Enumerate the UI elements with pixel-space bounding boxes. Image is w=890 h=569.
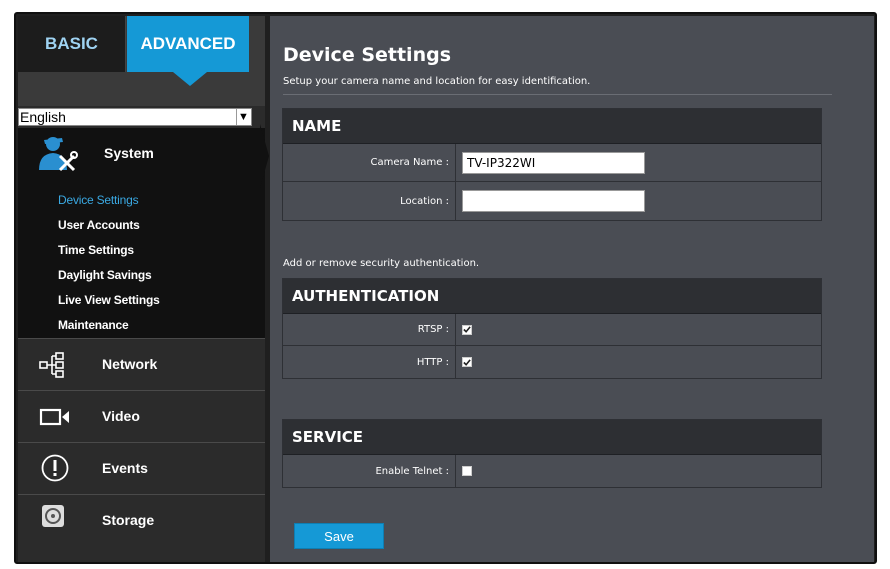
active-menu-pointer	[260, 124, 269, 188]
auth-note: Add or remove security authentication.	[283, 258, 480, 269]
language-select[interactable]: English ▼	[18, 108, 252, 126]
telnet-row: Enable Telnet :	[283, 455, 821, 487]
section-title: AUTHENTICATION	[283, 279, 821, 314]
active-tab-pointer	[173, 72, 207, 86]
video-camera-icon	[39, 408, 69, 426]
submenu-time-settings[interactable]: Time Settings	[58, 238, 160, 263]
service-section: SERVICE Enable Telnet :	[282, 419, 822, 488]
save-button[interactable]: Save	[294, 523, 384, 549]
page-title: Device Settings	[283, 44, 452, 66]
section-title: SERVICE	[283, 420, 821, 455]
sidebar: BASIC ADVANCED English ▼ System Device S…	[18, 16, 265, 562]
chevron-down-icon[interactable]: ▼	[236, 109, 250, 125]
checkmark-icon	[463, 358, 471, 366]
system-submenu: Device Settings User Accounts Time Setti…	[58, 188, 160, 338]
rtsp-label: RTSP :	[283, 314, 456, 345]
main-content: Device Settings Setup your camera name a…	[270, 16, 874, 562]
camera-name-input[interactable]	[462, 151, 645, 174]
http-label: HTTP :	[283, 346, 456, 378]
system-tools-icon	[39, 137, 78, 172]
sidebar-item-events[interactable]: Events	[18, 442, 265, 494]
tab-advanced[interactable]: ADVANCED	[127, 16, 249, 72]
tab-basic[interactable]: BASIC	[18, 16, 126, 72]
location-row: Location :	[283, 182, 821, 220]
submenu-maintenance[interactable]: Maintenance	[58, 313, 160, 338]
sidebar-item-label: Network	[102, 356, 158, 372]
telnet-checkbox[interactable]	[462, 466, 472, 476]
authentication-section: AUTHENTICATION RTSP : HTTP :	[282, 278, 822, 379]
sidebar-item-network[interactable]: Network	[18, 338, 265, 390]
section-title: NAME	[283, 109, 821, 144]
telnet-label: Enable Telnet :	[283, 455, 456, 487]
http-checkbox[interactable]	[462, 357, 472, 367]
divider	[283, 94, 832, 95]
language-value: English	[20, 109, 66, 125]
system-menu: System Device Settings User Accounts Tim…	[18, 128, 265, 338]
sidebar-item-label: Video	[102, 408, 140, 424]
storage-disk-icon	[42, 505, 64, 527]
name-section: NAME Camera Name : Location :	[282, 108, 822, 221]
checkmark-icon	[463, 326, 471, 333]
location-input[interactable]	[462, 190, 645, 212]
camera-name-label: Camera Name :	[283, 144, 456, 181]
sidebar-item-label: Events	[102, 460, 148, 476]
submenu-live-view-settings[interactable]: Live View Settings	[58, 288, 160, 313]
alert-icon	[41, 454, 69, 482]
app-frame: BASIC ADVANCED English ▼ System Device S…	[14, 12, 877, 564]
camera-name-row: Camera Name :	[283, 144, 821, 182]
rtsp-row: RTSP :	[283, 314, 821, 346]
sidebar-item-label: Storage	[102, 512, 155, 528]
http-row: HTTP :	[283, 346, 821, 378]
page-subtitle: Setup your camera name and location for …	[283, 76, 591, 87]
submenu-daylight-savings[interactable]: Daylight Savings	[58, 263, 160, 288]
network-icon	[39, 352, 64, 378]
location-label: Location :	[283, 182, 456, 220]
submenu-user-accounts[interactable]: User Accounts	[58, 213, 160, 238]
rtsp-checkbox[interactable]	[462, 324, 472, 335]
sidebar-item-label: System	[104, 145, 154, 161]
sidebar-item-video[interactable]: Video	[18, 390, 265, 442]
sidebar-item-storage[interactable]: Storage	[18, 494, 265, 546]
sidebar-item-system[interactable]: System	[18, 128, 265, 180]
submenu-device-settings[interactable]: Device Settings	[58, 188, 160, 213]
mode-tabs: BASIC ADVANCED	[18, 16, 265, 106]
